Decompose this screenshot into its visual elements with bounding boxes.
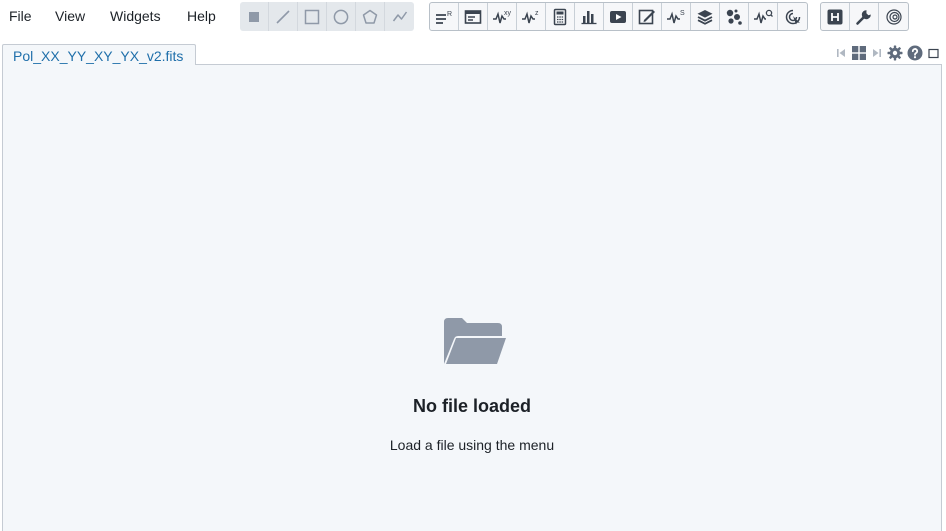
histogram-icon [581, 10, 597, 24]
ellipse-region-icon [333, 9, 349, 24]
polygon-region-icon [362, 9, 378, 24]
menu-help[interactable]: Help [187, 0, 216, 33]
next-frame-button[interactable] [870, 44, 884, 62]
fits-header-button[interactable] [821, 3, 850, 30]
menu-view[interactable]: View [55, 0, 85, 33]
preferences-icon [856, 9, 871, 25]
line-region-icon [276, 9, 290, 24]
tab-controls [834, 44, 940, 62]
settings-gear-icon [887, 45, 903, 61]
first-frame-icon [837, 49, 845, 57]
layout-grid-icon [852, 46, 866, 60]
svg-text:S: S [680, 10, 685, 17]
region-toolbar [240, 2, 414, 31]
menu-widgets[interactable]: Widgets [110, 0, 161, 33]
polyline-region-icon [392, 11, 407, 21]
line-query-button[interactable] [749, 3, 778, 30]
histogram-button[interactable] [575, 3, 604, 30]
line-query-icon [754, 9, 773, 23]
layers-button[interactable] [691, 3, 720, 30]
svg-text:z: z [535, 10, 539, 17]
folder-open-icon [444, 318, 506, 364]
image-info-button[interactable] [459, 3, 488, 30]
next-frame-icon [873, 49, 881, 57]
stokes-analysis-icon: S [667, 10, 685, 23]
image-info-icon [464, 9, 482, 24]
statistics-button[interactable] [546, 3, 575, 30]
fits-header-icon [827, 9, 843, 24]
animator-icon [610, 10, 626, 23]
moment-generator-icon [785, 9, 800, 24]
tab-image-file[interactable]: Pol_XX_YY_XY_YX_v2.fits [2, 44, 196, 65]
empty-state-description: Load a file using the menu [389, 437, 555, 453]
line-region-button[interactable] [269, 2, 298, 31]
polygon-region-button[interactable] [356, 2, 385, 31]
point-region-button[interactable] [240, 2, 269, 31]
utility-toolbar [820, 2, 909, 31]
scatter-icon [726, 9, 742, 25]
render-config-icon [638, 9, 655, 24]
widget-toolbar: R xy z S [429, 2, 808, 31]
render-config-button[interactable] [633, 3, 662, 30]
point-region-icon [249, 11, 259, 22]
region-list-button[interactable]: R [430, 3, 459, 30]
maximize-button[interactable] [926, 44, 940, 62]
spectral-profiler-button[interactable]: z [517, 3, 546, 30]
preferences-button[interactable] [850, 3, 879, 30]
empty-state-title: No file loaded [412, 396, 531, 416]
maximize-icon [927, 48, 939, 58]
animator-button[interactable] [604, 3, 633, 30]
scatter-button[interactable] [720, 3, 749, 30]
svg-text:xy: xy [504, 10, 512, 17]
spatial-profiler-button[interactable]: xy [488, 3, 517, 30]
stokes-analysis-button[interactable]: S [662, 3, 691, 30]
catalog-icon [697, 9, 713, 25]
spatial-profiler-icon: xy [493, 10, 512, 23]
contours-icon [885, 8, 902, 25]
image-view-panel: No file loaded Load a file using the men… [2, 64, 942, 531]
help-icon [907, 45, 923, 61]
layout-grid-button[interactable] [850, 44, 868, 62]
menu-file[interactable]: File [9, 0, 32, 33]
spectral-profiler-icon: z [522, 10, 539, 23]
settings-button[interactable] [886, 44, 904, 62]
help-button[interactable] [906, 44, 924, 62]
rectangle-region-icon [304, 9, 320, 24]
rectangle-region-button[interactable] [298, 2, 327, 31]
cursor-info-button[interactable] [778, 3, 807, 30]
contours-button[interactable] [879, 3, 908, 30]
region-list-icon: R [436, 11, 452, 24]
ellipse-region-button[interactable] [327, 2, 356, 31]
polyline-region-button[interactable] [385, 2, 414, 31]
empty-state: No file loaded Load a file using the men… [3, 65, 941, 531]
statistics-icon [553, 8, 567, 25]
tab-label: Pol_XX_YY_XY_YX_v2.fits [13, 48, 184, 64]
first-frame-button[interactable] [834, 44, 848, 62]
svg-text:R: R [447, 11, 452, 18]
